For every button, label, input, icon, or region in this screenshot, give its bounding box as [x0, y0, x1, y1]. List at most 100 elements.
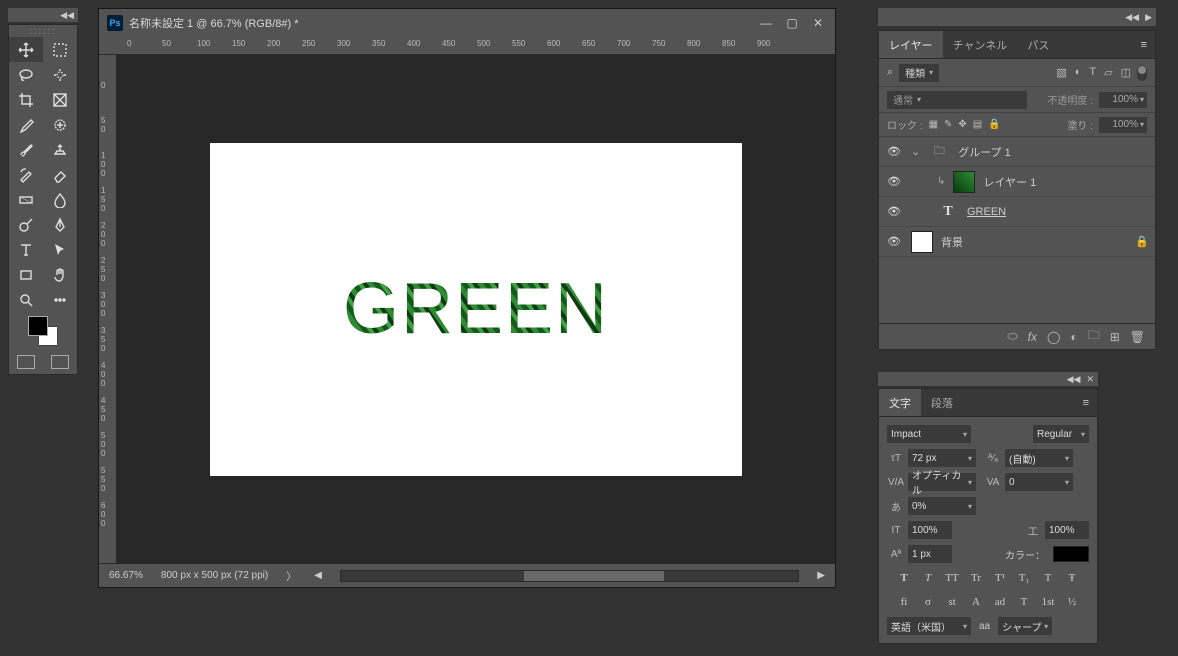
- doc-dimensions[interactable]: 800 px x 500 px (72 ppi): [161, 570, 268, 581]
- font-size-input[interactable]: 72 px▾: [908, 449, 976, 467]
- lock-all-icon[interactable]: 🔒: [988, 119, 1000, 130]
- layer-thumb[interactable]: [953, 171, 975, 193]
- title-bar[interactable]: Ps 名称未設定 1 @ 66.7% (RGB/8#) * — ▢ ✕: [99, 9, 835, 37]
- lock-pixels-icon[interactable]: ✎: [944, 119, 952, 130]
- language-select[interactable]: 英語（米国）▾: [887, 617, 971, 635]
- hscale-input[interactable]: 100%: [1045, 521, 1089, 539]
- panel-menu-icon[interactable]: ≡: [1133, 39, 1155, 51]
- path-select-tool[interactable]: [43, 237, 77, 262]
- layer-name[interactable]: 背景: [941, 234, 963, 250]
- new-layer-icon[interactable]: ⊞: [1110, 330, 1120, 344]
- delete-icon[interactable]: 🗑: [1130, 330, 1145, 344]
- opentype-btn[interactable]: A: [967, 593, 986, 611]
- style-btn[interactable]: T: [1039, 569, 1058, 587]
- filter-toggle[interactable]: [1137, 65, 1147, 81]
- aa-select[interactable]: シャープ▾: [998, 617, 1052, 635]
- visibility-icon[interactable]: 👁: [885, 235, 903, 248]
- move-tool[interactable]: [9, 37, 43, 62]
- layer-name[interactable]: グループ 1: [958, 144, 1011, 160]
- style-btn[interactable]: Tr: [967, 569, 986, 587]
- lock-transparent-icon[interactable]: ▦: [929, 119, 938, 130]
- style-btn[interactable]: TT: [943, 569, 962, 587]
- baseline-input[interactable]: 1 px: [908, 545, 952, 563]
- zoom-tool[interactable]: [9, 287, 43, 312]
- brush-tool[interactable]: [9, 137, 43, 162]
- layer-row-bg[interactable]: 👁 背景 🔒: [879, 227, 1155, 257]
- clone-stamp-tool[interactable]: [43, 137, 77, 162]
- canvas[interactable]: GREEN: [210, 143, 742, 476]
- minimize-button[interactable]: —: [753, 13, 779, 33]
- opacity-input[interactable]: 100%▾: [1099, 92, 1147, 108]
- quickmask-toggle[interactable]: [17, 355, 35, 369]
- spot-heal-tool[interactable]: [43, 112, 77, 137]
- screenmode-toggle[interactable]: [51, 355, 69, 369]
- history-brush-tool[interactable]: [9, 162, 43, 187]
- visibility-icon[interactable]: 👁: [885, 205, 903, 218]
- link-layers-icon[interactable]: ⬭: [1007, 329, 1017, 344]
- filter-adjust-icon[interactable]: ◐: [1075, 66, 1082, 79]
- opentype-btn[interactable]: T: [1015, 593, 1034, 611]
- close-button[interactable]: ✕: [805, 13, 831, 33]
- maximize-button[interactable]: ▢: [779, 13, 805, 33]
- text-color-swatch[interactable]: [1053, 546, 1089, 562]
- lock-icon[interactable]: 🔒: [1135, 235, 1149, 248]
- quick-select-tool[interactable]: [43, 62, 77, 87]
- layer-row-clip[interactable]: 👁 ↳ レイヤー 1: [879, 167, 1155, 197]
- style-btn[interactable]: T₁: [1015, 569, 1034, 587]
- hand-tool[interactable]: [43, 262, 77, 287]
- filter-shape-icon[interactable]: ▱: [1104, 66, 1112, 79]
- style-btn[interactable]: T: [919, 569, 938, 587]
- tracking-input[interactable]: 0▾: [1005, 473, 1073, 491]
- fg-color[interactable]: [28, 316, 48, 336]
- opentype-btn[interactable]: st: [943, 593, 962, 611]
- fill-input[interactable]: 100%▾: [1099, 117, 1147, 133]
- crop-tool[interactable]: [9, 87, 43, 112]
- dodge-tool[interactable]: [9, 212, 43, 237]
- tools-collapse-bar[interactable]: ◀◀: [8, 8, 78, 22]
- opentype-btn[interactable]: ½: [1063, 593, 1082, 611]
- filter-type-icon[interactable]: T: [1089, 66, 1096, 79]
- color-swatch-fgbg[interactable]: [28, 316, 58, 346]
- tsume-input[interactable]: 0%▾: [908, 497, 976, 515]
- group-caret[interactable]: ⌄: [911, 145, 920, 158]
- ruler-vertical[interactable]: 050100150200250300350400450500550600: [99, 55, 117, 563]
- filter-type-select[interactable]: 種類▾: [899, 64, 939, 82]
- panel-menu-icon[interactable]: ≡: [1075, 397, 1097, 409]
- blend-mode-select[interactable]: 通常▾: [887, 91, 1027, 109]
- canvas-area[interactable]: GREEN: [117, 55, 835, 563]
- tools-grip[interactable]: ::::::: [9, 25, 77, 37]
- eyedropper-tool[interactable]: [9, 112, 43, 137]
- layer-row-group[interactable]: 👁 ⌄ 🗀 グループ 1: [879, 137, 1155, 167]
- tab-channels[interactable]: チャンネル: [943, 31, 1018, 58]
- scroll-right[interactable]: ▶: [817, 570, 825, 581]
- layers-collapse-bar[interactable]: ◀◀▶: [878, 8, 1156, 26]
- group-icon[interactable]: 🗀: [1088, 326, 1100, 347]
- layer-name[interactable]: レイヤー 1: [983, 174, 1036, 190]
- type-tool[interactable]: [9, 237, 43, 262]
- style-btn[interactable]: T: [895, 569, 914, 587]
- char-collapse-bar[interactable]: ◀◀✕: [878, 372, 1098, 386]
- kerning-select[interactable]: オプティカル▾: [908, 473, 976, 491]
- eraser-tool[interactable]: [43, 162, 77, 187]
- scroll-left[interactable]: ◀: [314, 570, 322, 581]
- adjustment-icon[interactable]: ◐: [1070, 330, 1077, 344]
- frame-tool[interactable]: [43, 87, 77, 112]
- ruler-horizontal[interactable]: 0501001502002503003504004505005506006507…: [99, 37, 835, 55]
- opentype-btn[interactable]: ad: [991, 593, 1010, 611]
- lock-position-icon[interactable]: ✥: [958, 119, 966, 130]
- zoom-level[interactable]: 66.67%: [109, 570, 143, 581]
- style-btn[interactable]: T¹: [991, 569, 1010, 587]
- gradient-tool[interactable]: [9, 187, 43, 212]
- vscale-input[interactable]: 100%: [908, 521, 952, 539]
- opentype-btn[interactable]: fi: [895, 593, 914, 611]
- edit-toolbar[interactable]: [43, 287, 77, 312]
- layer-thumb[interactable]: [911, 231, 933, 253]
- fx-icon[interactable]: fx: [1028, 330, 1037, 344]
- font-style-select[interactable]: Regular▾: [1033, 425, 1089, 443]
- visibility-icon[interactable]: 👁: [885, 175, 903, 188]
- leading-input[interactable]: (自動)▾: [1005, 449, 1073, 467]
- mask-icon[interactable]: ◯: [1047, 330, 1060, 344]
- canvas-text-green[interactable]: GREEN: [343, 268, 609, 350]
- close-icon[interactable]: ✕: [1086, 374, 1094, 385]
- filter-smart-icon[interactable]: ◫: [1121, 66, 1131, 79]
